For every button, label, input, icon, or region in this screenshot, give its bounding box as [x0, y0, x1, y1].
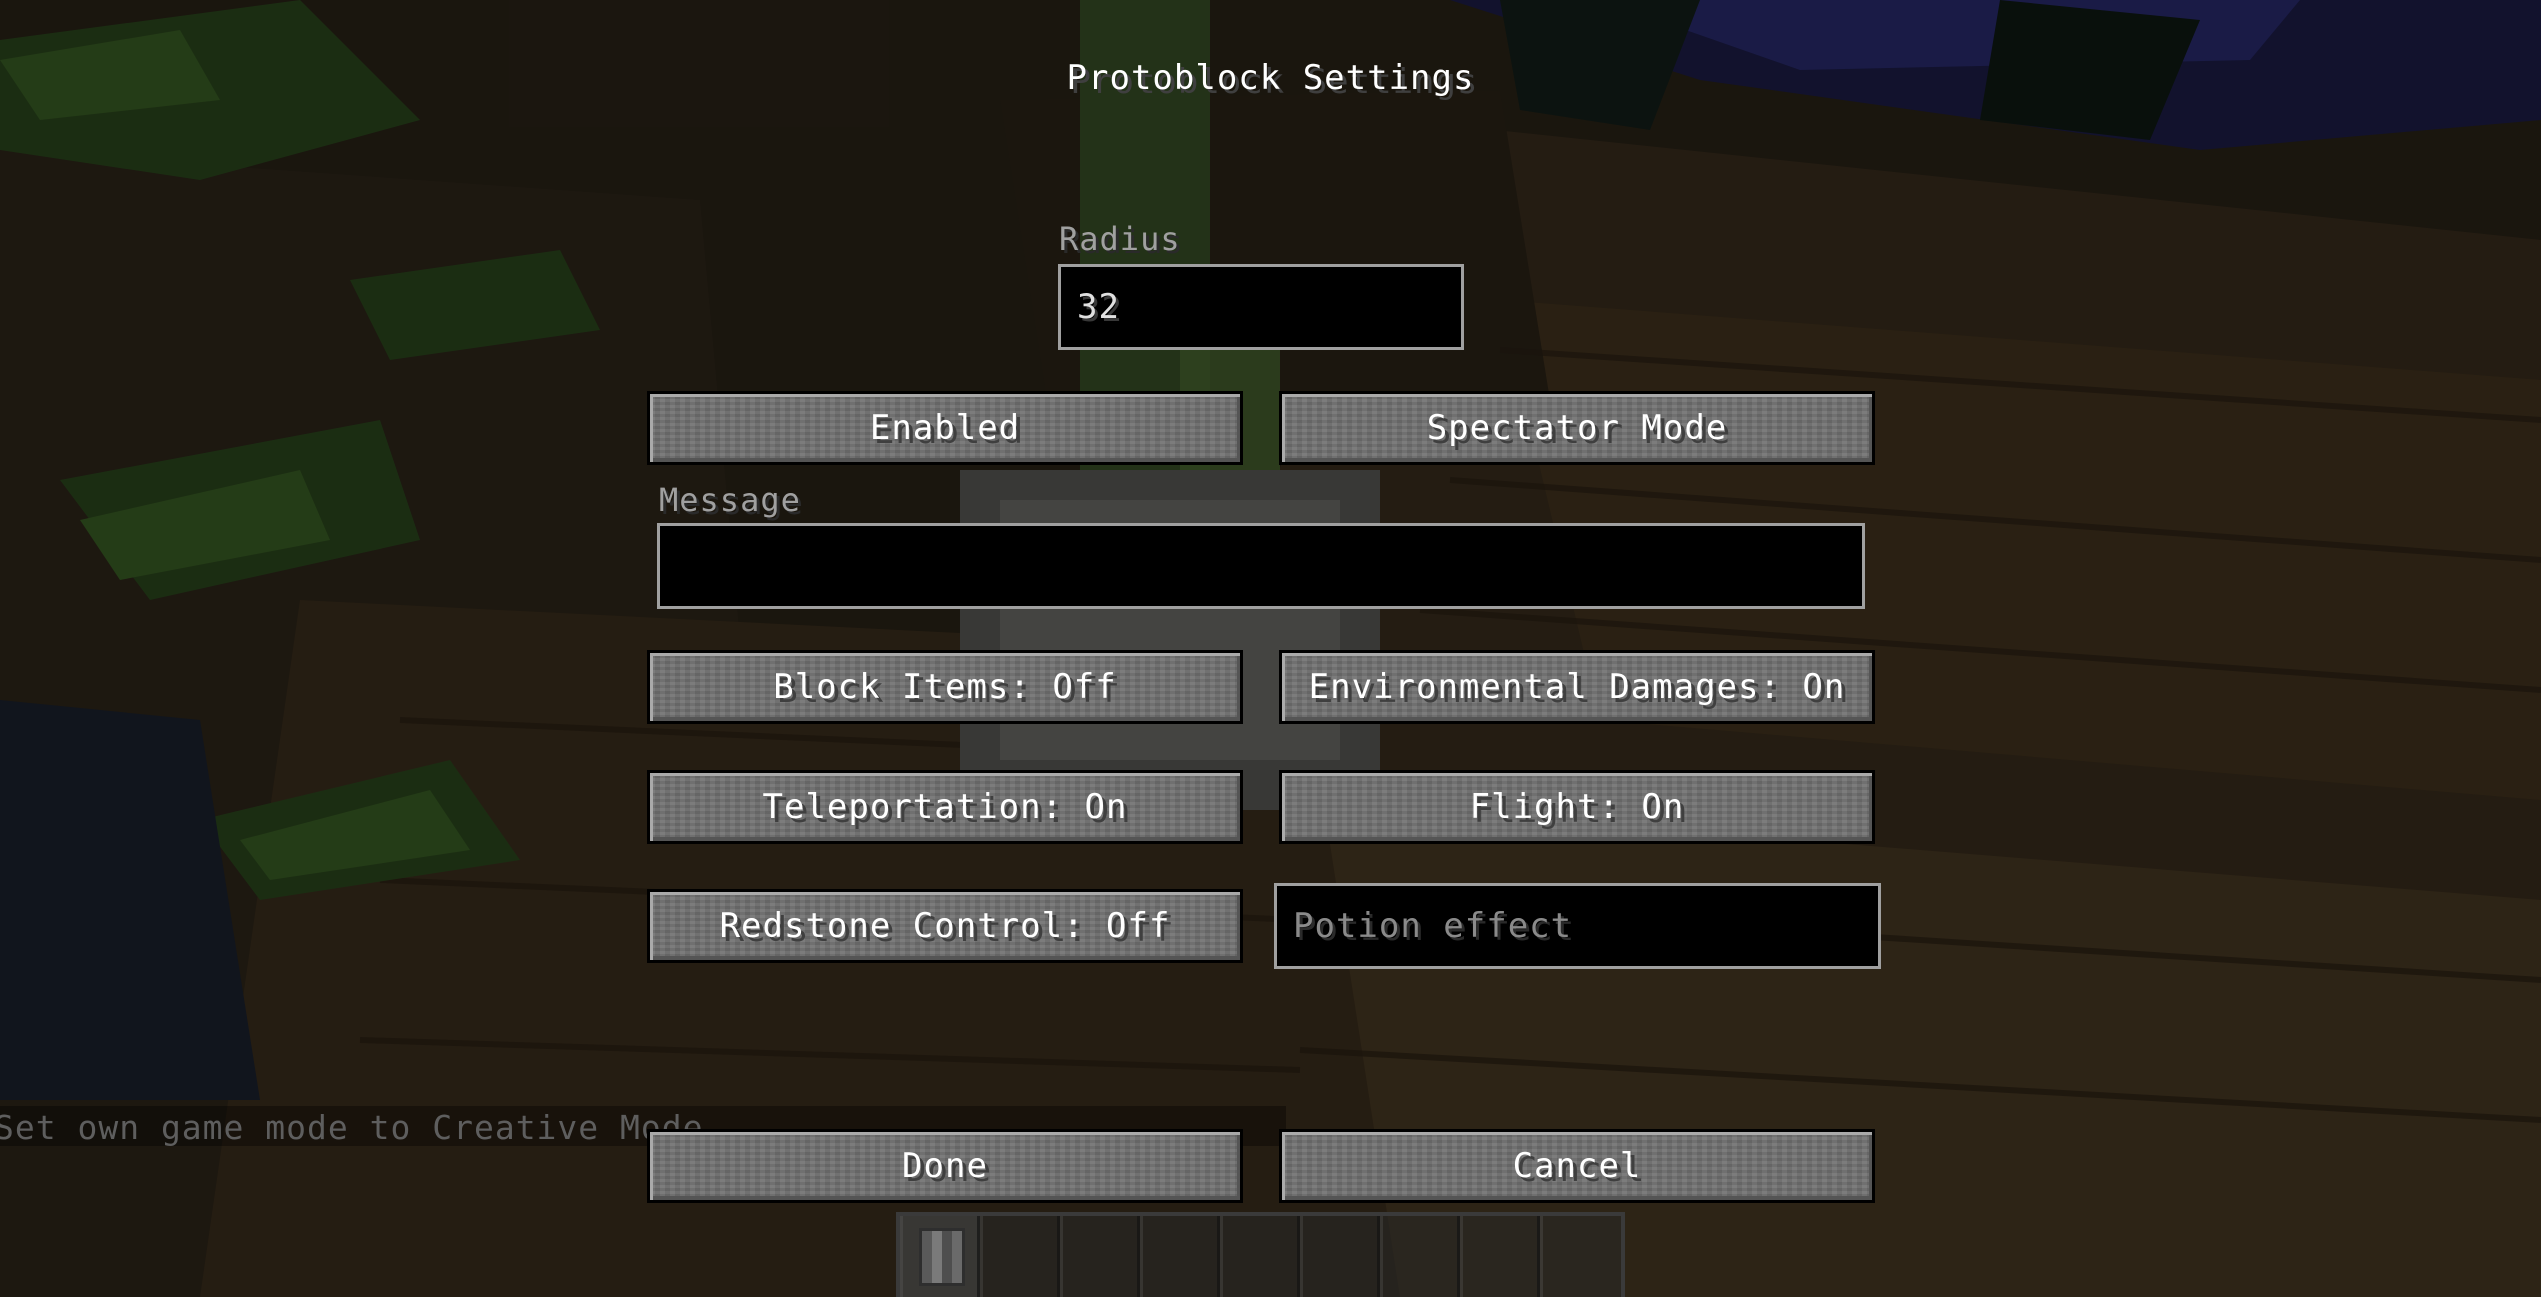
environmental-damages-toggle-button[interactable]: Environmental Damages: On — [1279, 650, 1875, 724]
done-button[interactable]: Done — [647, 1129, 1243, 1203]
page-title: Protoblock Settings — [1066, 58, 1475, 98]
redstone-control-toggle-label: Redstone Control: Off — [719, 906, 1171, 946]
block-items-toggle-button[interactable]: Block Items: Off — [647, 650, 1243, 724]
spectator-mode-button-label: Spectator Mode — [1426, 408, 1728, 448]
cancel-button[interactable]: Cancel — [1279, 1129, 1875, 1203]
potion-effect-input[interactable]: Potion effect — [1274, 883, 1881, 969]
redstone-control-toggle-button[interactable]: Redstone Control: Off — [647, 889, 1243, 963]
potion-effect-placeholder: Potion effect — [1293, 906, 1573, 946]
hotbar-slot-4[interactable] — [1140, 1216, 1220, 1297]
teleportation-toggle-label: Teleportation: On — [762, 787, 1128, 827]
radius-value: 32 — [1077, 287, 1120, 327]
enabled-button[interactable]: Enabled — [647, 391, 1243, 465]
hotbar-slot-6[interactable] — [1300, 1216, 1380, 1297]
background-dim-overlay — [0, 0, 2541, 1297]
cancel-button-label: Cancel — [1512, 1146, 1642, 1186]
hotbar-slot-3[interactable] — [1060, 1216, 1140, 1297]
spectator-mode-button[interactable]: Spectator Mode — [1279, 391, 1875, 465]
hotbar-slot-9[interactable] — [1540, 1216, 1620, 1297]
enabled-button-label: Enabled — [869, 408, 1021, 448]
flight-toggle-label: Flight: On — [1469, 787, 1685, 827]
chat-message-text: Set own game mode to Creative Mode — [0, 1108, 704, 1147]
radius-input[interactable]: 32 — [1058, 264, 1464, 350]
block-items-toggle-label: Block Items: Off — [773, 667, 1117, 707]
hotbar-slot-1[interactable] — [900, 1216, 980, 1297]
hotbar-slot-5[interactable] — [1220, 1216, 1300, 1297]
teleportation-toggle-button[interactable]: Teleportation: On — [647, 770, 1243, 844]
message-input[interactable] — [657, 523, 1865, 609]
radius-label: Radius — [1059, 220, 1181, 258]
hotbar — [896, 1212, 1625, 1297]
done-button-label: Done — [902, 1146, 988, 1186]
stone-block-icon — [919, 1228, 965, 1286]
hotbar-slot-8[interactable] — [1460, 1216, 1540, 1297]
environmental-damages-toggle-label: Environmental Damages: On — [1308, 667, 1846, 707]
flight-toggle-button[interactable]: Flight: On — [1279, 770, 1875, 844]
hotbar-slot-2[interactable] — [980, 1216, 1060, 1297]
message-label: Message — [659, 481, 801, 519]
hotbar-slot-7[interactable] — [1380, 1216, 1460, 1297]
